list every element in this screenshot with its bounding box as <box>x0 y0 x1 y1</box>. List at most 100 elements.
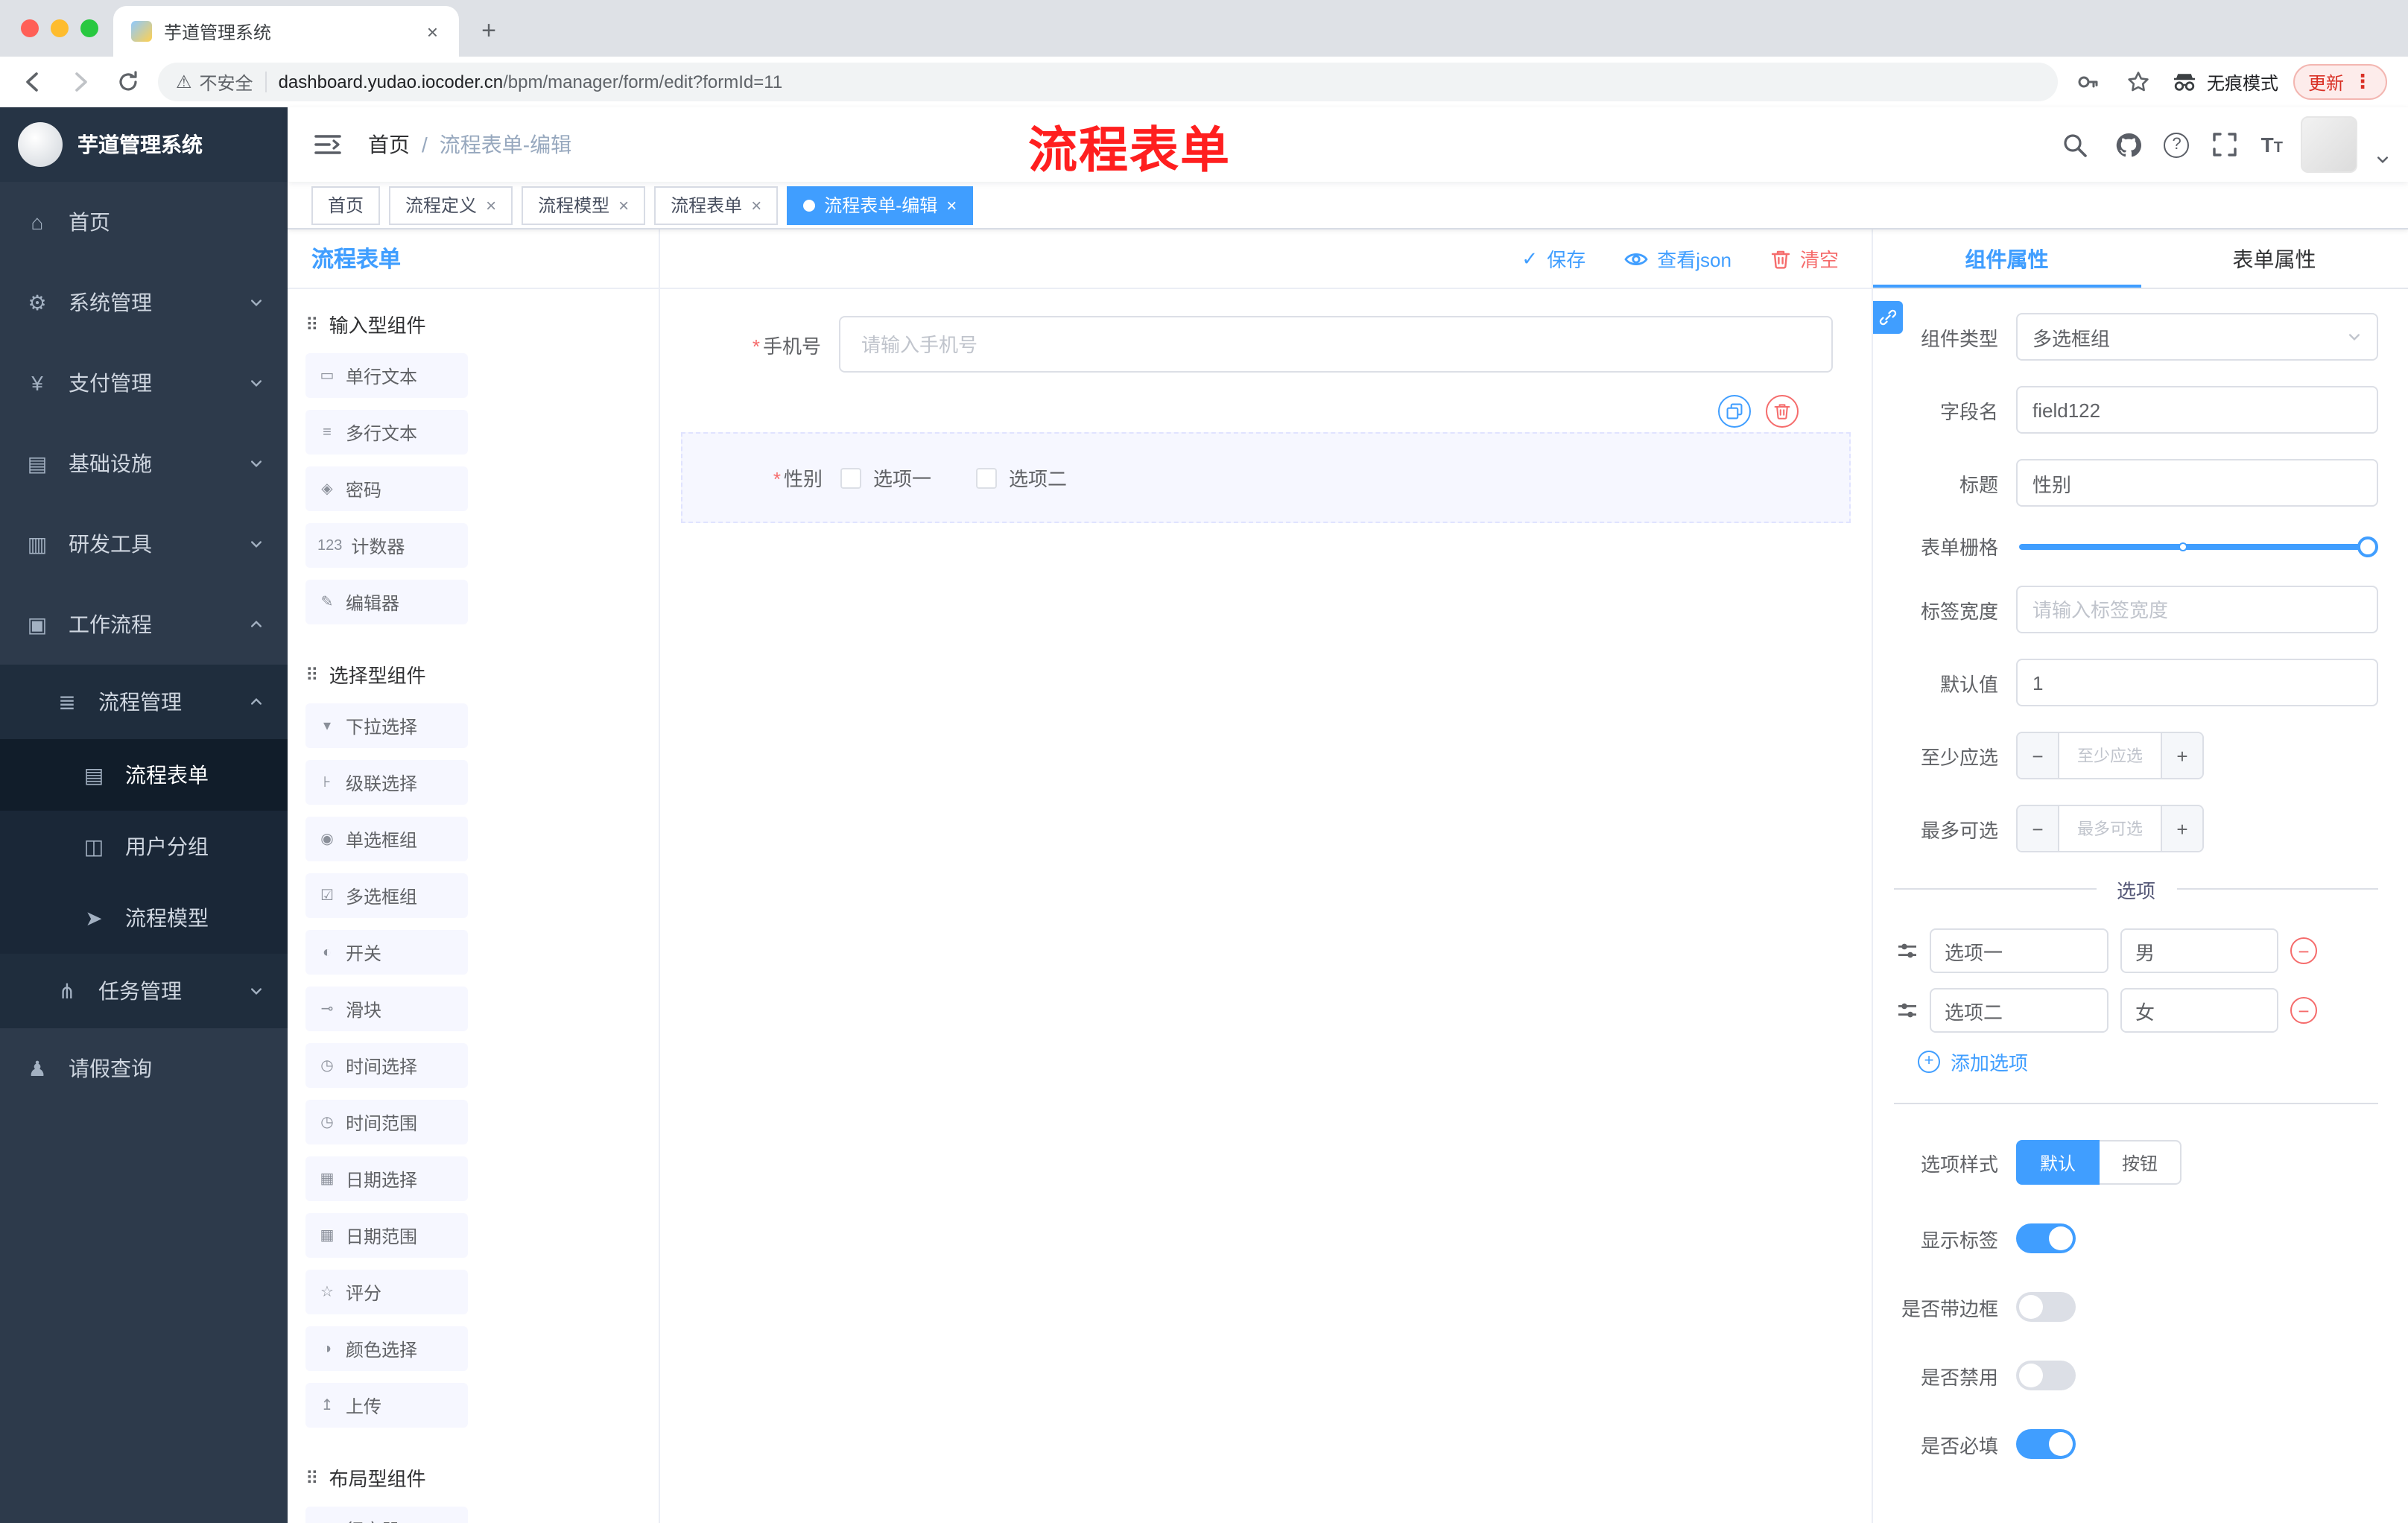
option-drag-icon[interactable] <box>1897 940 1918 961</box>
required-toggle[interactable] <box>2016 1429 2076 1459</box>
browser-tab[interactable]: 芋道管理系统 × <box>113 6 459 57</box>
option-drag-icon[interactable] <box>1897 1000 1918 1021</box>
sidebar-item-process-model[interactable]: ➤ 流程模型 <box>0 882 288 954</box>
comp-rate[interactable]: ☆ 评分 <box>305 1270 468 1314</box>
label-width-input[interactable] <box>2016 586 2378 633</box>
stepper-decrease-button[interactable]: − <box>2018 733 2059 778</box>
forward-icon[interactable] <box>63 64 98 100</box>
incognito-badge[interactable]: 无痕模式 <box>2171 69 2278 95</box>
comp-time-range[interactable]: ◷ 时间范围 <box>305 1100 468 1144</box>
delete-widget-button[interactable] <box>1766 395 1799 428</box>
sidebar-item-payment[interactable]: ¥ 支付管理 <box>0 343 288 423</box>
stepper-decrease-button[interactable]: − <box>2018 806 2059 851</box>
sidebar-item-system[interactable]: ⚙ 系统管理 <box>0 262 288 343</box>
tag-close-icon[interactable]: × <box>946 194 957 215</box>
tag-close-icon[interactable]: × <box>618 194 629 215</box>
fullscreen-icon[interactable] <box>2208 127 2243 162</box>
grid-slider[interactable] <box>2019 536 2378 557</box>
browser-menu-icon[interactable]: ⋮ <box>2353 70 2372 94</box>
tab-close-icon[interactable]: × <box>424 20 441 42</box>
sidebar-item-leave-query[interactable]: ♟ 请假查询 <box>0 1028 288 1109</box>
add-option-button[interactable]: + 添加选项 <box>1918 1048 2378 1076</box>
tab-component-props[interactable]: 组件属性 <box>1873 229 2141 288</box>
comp-date-picker[interactable]: ▦ 日期选择 <box>305 1156 468 1201</box>
save-button[interactable]: ✓ 保存 <box>1521 244 1585 273</box>
field-link-button[interactable] <box>1873 301 1903 334</box>
component-type-select[interactable]: 多选框组 <box>2016 313 2378 361</box>
disabled-toggle[interactable] <box>2016 1361 2076 1390</box>
min-select-value[interactable]: 至少应选 <box>2059 733 2161 778</box>
comp-switch[interactable]: ◐ 开关 <box>305 930 468 975</box>
tag-close-icon[interactable]: × <box>751 194 761 215</box>
tag-close-icon[interactable]: × <box>486 194 496 215</box>
sidebar-item-devtools[interactable]: ▥ 研发工具 <box>0 504 288 584</box>
gender-option-1[interactable]: 选项一 <box>840 463 931 492</box>
copy-widget-button[interactable] <box>1718 395 1751 428</box>
bookmark-star-icon[interactable] <box>2120 64 2156 100</box>
help-icon[interactable]: ? <box>2164 132 2190 157</box>
comp-cascader[interactable]: ⊦ 级联选择 <box>305 760 468 805</box>
border-toggle[interactable] <box>2016 1292 2076 1322</box>
sidebar-item-home[interactable]: ⌂ 首页 <box>0 182 288 262</box>
option-1-name-input[interactable] <box>1930 928 2108 973</box>
comp-counter[interactable]: 123 计数器 <box>305 523 468 568</box>
tag-process-model[interactable]: 流程模型 × <box>522 186 646 224</box>
font-size-icon[interactable]: TT <box>2261 133 2283 156</box>
security-label[interactable]: 不安全 <box>200 69 253 95</box>
comp-row-container[interactable]: ⊞行容器 <box>305 1507 468 1523</box>
stepper-increase-button[interactable]: + <box>2161 806 2202 851</box>
comp-color-picker[interactable]: ◑ 颜色选择 <box>305 1326 468 1371</box>
widget-gender-field-selected[interactable]: * 性别 选项一 选项二 <box>681 395 1851 523</box>
title-input[interactable] <box>2016 459 2378 507</box>
option-1-value-input[interactable] <box>2120 928 2278 973</box>
sidebar-item-process-management[interactable]: ≣ 流程管理 <box>0 665 288 739</box>
update-button[interactable]: 更新 ⋮ <box>2293 64 2387 100</box>
comp-upload[interactable]: ↥ 上传 <box>305 1383 468 1428</box>
default-value-input[interactable] <box>2016 659 2378 706</box>
reload-icon[interactable] <box>110 64 146 100</box>
remove-option-button[interactable]: − <box>2290 997 2317 1024</box>
stepper-increase-button[interactable]: + <box>2161 733 2202 778</box>
sidebar-item-workflow[interactable]: ▣ 工作流程 <box>0 584 288 665</box>
comp-password[interactable]: ◈ 密码 <box>305 466 468 511</box>
field-name-input[interactable] <box>2016 386 2378 434</box>
user-avatar[interactable] <box>2301 116 2357 173</box>
widget-phone-field[interactable]: * 手机号 <box>681 316 1851 373</box>
view-json-button[interactable]: 查看json <box>1624 244 1731 273</box>
password-key-icon[interactable] <box>2070 64 2106 100</box>
comp-single-line-text[interactable]: ▭ 单行文本 <box>305 353 468 398</box>
style-default-button[interactable]: 默认 <box>2016 1140 2100 1185</box>
back-icon[interactable] <box>15 64 51 100</box>
slider-handle[interactable] <box>2357 536 2378 557</box>
style-button-button[interactable]: 按钮 <box>2100 1140 2182 1185</box>
github-icon[interactable] <box>2111 127 2146 162</box>
maximize-window-button[interactable] <box>80 19 98 37</box>
comp-date-range[interactable]: ▦ 日期范围 <box>305 1213 468 1258</box>
max-select-value[interactable]: 最多可选 <box>2059 806 2161 851</box>
comp-time-picker[interactable]: ◷ 时间选择 <box>305 1043 468 1088</box>
close-window-button[interactable] <box>21 19 39 37</box>
comp-radio-group[interactable]: ◉ 单选框组 <box>305 817 468 861</box>
phone-input[interactable] <box>839 316 1833 373</box>
minimize-window-button[interactable] <box>51 19 69 37</box>
option-2-value-input[interactable] <box>2120 988 2278 1033</box>
sidebar-item-task-management[interactable]: ⋔ 任务管理 <box>0 954 288 1028</box>
search-icon[interactable] <box>2057 127 2093 162</box>
avatar-caret-icon[interactable] <box>2375 152 2390 173</box>
comp-editor[interactable]: ✎ 编辑器 <box>305 580 468 624</box>
tag-home[interactable]: 首页 <box>311 186 381 224</box>
sidebar-item-process-form[interactable]: ▤ 流程表单 <box>0 739 288 811</box>
show-label-toggle[interactable] <box>2016 1223 2076 1253</box>
sidebar-logo[interactable]: 芋道管理系统 <box>0 107 288 182</box>
sidebar-item-user-groups[interactable]: ◫ 用户分组 <box>0 811 288 882</box>
url-bar[interactable]: ⚠ 不安全 dashboard.yudao.iocoder.cn /bpm/ma… <box>158 63 2058 101</box>
tag-process-form[interactable]: 流程表单 × <box>654 186 779 224</box>
checkbox-icon[interactable] <box>840 467 861 488</box>
sidebar-item-infrastructure[interactable]: ▤ 基础设施 <box>0 423 288 504</box>
tag-process-definition[interactable]: 流程定义 × <box>389 186 513 224</box>
sidebar-fold-icon[interactable] <box>288 134 368 155</box>
clear-button[interactable]: 清空 <box>1770 244 1839 273</box>
breadcrumb-home[interactable]: 首页 <box>368 130 410 159</box>
new-tab-button[interactable]: + <box>471 13 507 49</box>
option-2-name-input[interactable] <box>1930 988 2108 1033</box>
